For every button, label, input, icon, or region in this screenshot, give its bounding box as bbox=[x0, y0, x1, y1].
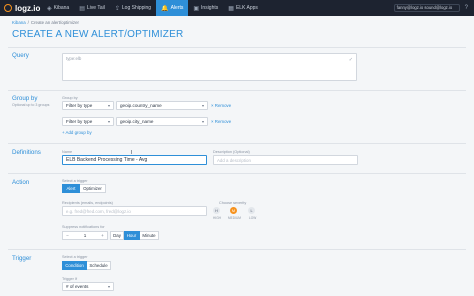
section-divider bbox=[8, 47, 466, 48]
page-title: CREATE A NEW ALERT/OPTIMIZER bbox=[12, 29, 184, 40]
nav-elk-apps[interactable]: ▦ ELK Apps bbox=[223, 0, 263, 16]
severity-medium-label: MEDIUM bbox=[228, 216, 241, 220]
plus-icon[interactable]: + bbox=[98, 233, 107, 238]
name-label: Name bbox=[62, 150, 73, 154]
query-text: type:elb bbox=[66, 56, 82, 61]
main-nav: ◈ Kibana ▤ Live Tail ⇪ Log Shipping 🔔 Al… bbox=[42, 0, 263, 16]
logo[interactable]: logz.io bbox=[0, 0, 42, 16]
description-label: Description (Optional) bbox=[213, 150, 250, 154]
action-section-title: Action bbox=[12, 179, 30, 186]
select-value: geoip.city_name bbox=[120, 119, 154, 124]
nav-alerts[interactable]: 🔔 Alerts bbox=[156, 0, 189, 16]
suppress-label: Suppress notifications for bbox=[62, 225, 105, 229]
alert-type-alert[interactable]: Alert bbox=[62, 184, 80, 193]
severity-high[interactable]: H bbox=[213, 207, 220, 214]
text-cursor-icon: I bbox=[131, 150, 133, 156]
select-value: geoip.country_name bbox=[120, 103, 162, 108]
severity-low[interactable]: L bbox=[248, 207, 255, 214]
help-icon[interactable]: ? bbox=[465, 5, 468, 11]
remove-label: Remove bbox=[214, 103, 232, 108]
nav-label: Insights bbox=[201, 5, 219, 11]
insights-icon: ▣ bbox=[193, 5, 200, 12]
group-by-section-title: Group by bbox=[12, 95, 38, 102]
remove-label: Remove bbox=[214, 119, 232, 124]
recipients-label: Recipients (emails, endpoints) bbox=[62, 201, 113, 205]
section-divider bbox=[8, 249, 466, 250]
nav-log-shipping[interactable]: ⇪ Log Shipping bbox=[110, 0, 156, 16]
nav-live-tail[interactable]: ▤ Live Tail bbox=[74, 0, 110, 16]
chevron-down-icon: ▾ bbox=[107, 284, 110, 289]
suppress-unit-toggle: Day Hour Minute bbox=[110, 231, 159, 240]
trigger-mode-toggle: Condition Schedule bbox=[62, 261, 111, 270]
chevron-down-icon: ▾ bbox=[201, 103, 204, 108]
group-by-subtitle: Optional up to 3 groups bbox=[12, 103, 50, 107]
nav-label: Alerts bbox=[170, 5, 184, 11]
breadcrumb-kibana[interactable]: Kibana bbox=[12, 20, 26, 25]
select-value: Filter by type bbox=[66, 103, 93, 108]
breadcrumb: Kibana / Create an alert/optimizer bbox=[12, 20, 79, 25]
section-divider bbox=[8, 173, 466, 174]
nav-label: Kibana bbox=[53, 5, 70, 11]
elk-apps-icon: ▦ bbox=[228, 5, 234, 12]
alert-type-toggle: Alert Optimizer bbox=[62, 184, 106, 193]
trigger-if-select[interactable]: # of events ▾ bbox=[62, 282, 114, 291]
add-group-by-link[interactable]: + Add group by bbox=[62, 130, 92, 135]
suppress-unit-day[interactable]: Day bbox=[110, 231, 124, 240]
logo-text: logz.io bbox=[15, 3, 41, 13]
log-shipping-icon: ⇪ bbox=[114, 5, 120, 12]
suppress-unit-minute[interactable]: Minute bbox=[140, 231, 159, 240]
section-divider bbox=[8, 143, 466, 144]
definitions-section-title: Definitions bbox=[12, 149, 41, 156]
severity-label: Choose severity bbox=[219, 201, 247, 205]
severity-high-label: HIGH bbox=[213, 216, 221, 220]
nav-label: Live Tail bbox=[86, 5, 105, 11]
minus-icon[interactable]: − bbox=[63, 233, 72, 238]
group-type-select-1[interactable]: Filter by type ▾ bbox=[62, 101, 114, 110]
alert-type-optimizer[interactable]: Optimizer bbox=[80, 184, 106, 193]
check-icon: ✓ bbox=[348, 57, 353, 63]
section-divider bbox=[8, 90, 466, 91]
recipients-input[interactable]: e.g. fred@fred.com, fred@logz.io bbox=[62, 206, 207, 216]
group-field-select-1[interactable]: geoip.country_name ▾ bbox=[116, 101, 208, 110]
trigger-type-label: Select a trigger bbox=[62, 179, 88, 183]
nav-label: ELK Apps bbox=[235, 5, 258, 11]
group-by-field-label: Group by bbox=[62, 96, 78, 100]
live-tail-icon: ▤ bbox=[79, 5, 85, 12]
chevron-down-icon: ▾ bbox=[201, 119, 204, 124]
suppress-unit-hour[interactable]: Hour bbox=[124, 231, 140, 240]
suppress-stepper[interactable]: − 1 + bbox=[62, 231, 108, 240]
trigger-section-title: Trigger bbox=[12, 255, 32, 262]
group-field-select-2[interactable]: geoip.city_name ▾ bbox=[116, 117, 208, 126]
description-input[interactable]: Add a description bbox=[213, 155, 358, 165]
alert-name-input[interactable]: ELB Backend Processing Time - Avg bbox=[62, 155, 207, 165]
trigger-mode-condition[interactable]: Condition bbox=[62, 261, 87, 270]
select-value: # of events bbox=[66, 284, 89, 289]
breadcrumb-separator: / bbox=[27, 20, 29, 25]
kibana-icon: ◈ bbox=[47, 5, 52, 12]
query-section-title: Query bbox=[12, 52, 29, 59]
severity-low-label: LOW bbox=[249, 216, 257, 220]
trigger-mode-schedule[interactable]: Schedule bbox=[87, 261, 111, 270]
alerts-icon: 🔔 bbox=[161, 5, 169, 12]
chevron-down-icon: ▾ bbox=[107, 119, 110, 124]
select-value: Filter by type bbox=[66, 119, 93, 124]
suppress-value: 1 bbox=[83, 233, 87, 238]
breadcrumb-current: Create an alert/optimizer bbox=[30, 20, 79, 25]
nav-label: Log Shipping bbox=[121, 5, 152, 11]
top-navigation-bar: logz.io ◈ Kibana ▤ Live Tail ⇪ Log Shipp… bbox=[0, 0, 474, 16]
chevron-down-icon: ▾ bbox=[107, 103, 110, 108]
nav-insights[interactable]: ▣ Insights bbox=[188, 0, 223, 16]
group-type-select-2[interactable]: Filter by type ▾ bbox=[62, 117, 114, 126]
account-dropdown[interactable]: fanny@logz.io sound@logz.io bbox=[393, 4, 460, 12]
remove-group-1[interactable]: × Remove bbox=[211, 103, 231, 108]
nav-kibana[interactable]: ◈ Kibana bbox=[42, 0, 74, 16]
query-input[interactable]: type:elb ✓ bbox=[62, 53, 357, 81]
remove-group-2[interactable]: × Remove bbox=[211, 119, 231, 124]
logo-icon bbox=[4, 4, 12, 12]
severity-medium[interactable]: M bbox=[230, 207, 237, 214]
account-area: fanny@logz.io sound@logz.io ? bbox=[393, 0, 474, 16]
trigger-if-label: Trigger If bbox=[62, 277, 78, 281]
trigger-select-label: Select a trigger bbox=[62, 255, 88, 259]
